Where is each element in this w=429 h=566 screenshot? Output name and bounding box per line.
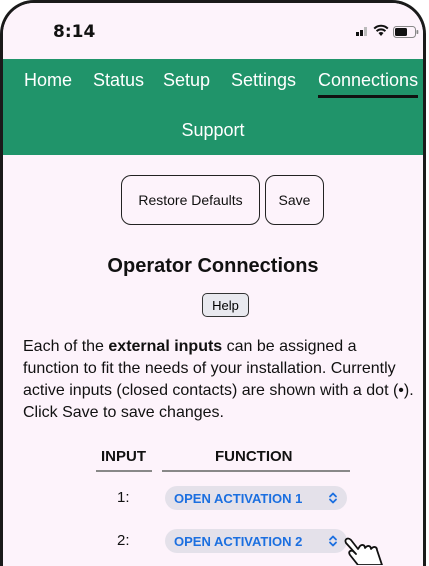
input-label-2: 2: [117,532,130,549]
status-time: 8:14 [53,22,96,42]
restore-defaults-button[interactable]: Restore Defaults [121,175,260,225]
function-select-2[interactable]: OPEN ACTIVATION 2 [165,529,347,553]
page-title: Operator Connections [107,255,319,277]
chevron-updown-icon [329,492,337,504]
save-button[interactable]: Save [265,175,324,225]
battery-icon [393,26,419,38]
nav-bar: Home Status Setup Settings Connections S… [3,59,423,155]
function-select-2-value: OPEN ACTIVATION 2 [174,533,303,549]
phone-frame: 8:14 Home Status Setup Settings Connecti… [0,0,426,566]
nav-support[interactable]: Support [3,120,423,141]
wifi-icon [373,24,389,36]
description-bold: external inputs [108,338,223,355]
input-column-header: INPUT [101,448,146,465]
nav-setup[interactable]: Setup [163,70,210,91]
help-button[interactable]: Help [202,293,249,317]
input-label-1: 1: [117,489,130,506]
hand-pointer-icon [344,537,383,565]
function-header-rule [162,470,350,472]
description-pre: Each of the [23,338,109,355]
function-select-1-value: OPEN ACTIVATION 1 [174,490,303,506]
status-bar: 8:14 [3,3,423,59]
description-text: Each of the external inputs can be assig… [23,336,415,424]
function-column-header: FUNCTION [215,448,293,465]
signal-icon [356,27,367,36]
nav-status[interactable]: Status [93,70,144,91]
nav-connections[interactable]: Connections [318,70,419,98]
function-select-1[interactable]: OPEN ACTIVATION 1 [165,486,347,510]
nav-home[interactable]: Home [24,70,72,91]
nav-settings[interactable]: Settings [231,70,296,91]
input-header-rule [96,470,152,472]
